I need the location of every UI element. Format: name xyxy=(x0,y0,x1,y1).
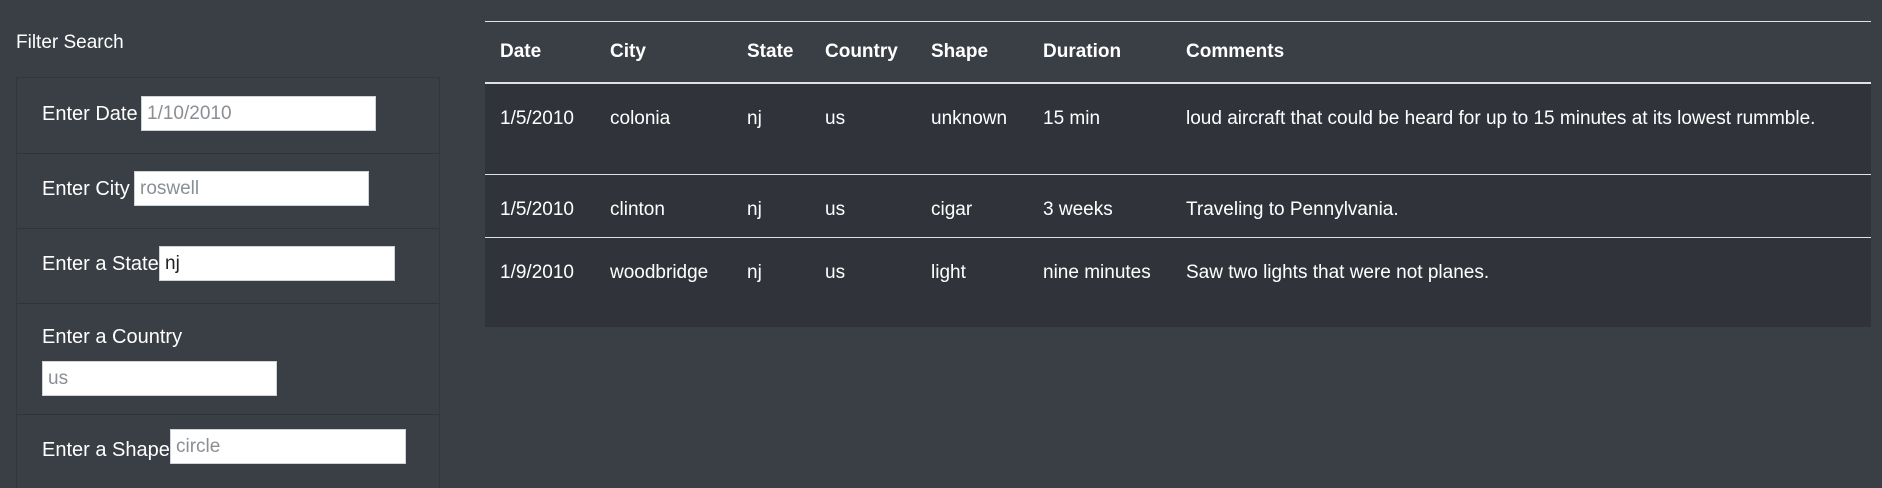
page: Filter Search Enter Date Enter City Ente… xyxy=(0,0,1882,488)
cell-shape: cigar xyxy=(916,174,1028,238)
column-header-state: State xyxy=(732,21,810,84)
column-header-city: City xyxy=(595,21,732,84)
city-label: Enter City xyxy=(42,178,130,200)
cell-city: clinton xyxy=(595,174,732,238)
column-header-date: Date xyxy=(485,21,595,84)
filter-panel: Enter Date Enter City Enter a State Ente… xyxy=(16,77,440,488)
filter-item-country: Enter a Country xyxy=(17,304,439,415)
cell-duration: 3 weeks xyxy=(1028,174,1171,238)
cell-date: 1/9/2010 xyxy=(500,262,574,283)
city-input[interactable] xyxy=(134,171,369,206)
cell-comments: Traveling to Pennylvania. xyxy=(1171,174,1871,238)
column-header-shape: Shape xyxy=(916,21,1028,84)
date-label: Enter Date xyxy=(42,103,138,125)
date-input[interactable] xyxy=(141,96,376,131)
table-header: Date City State Country Shape Duration C… xyxy=(485,21,1871,84)
state-input[interactable] xyxy=(159,246,395,281)
column-header-country: Country xyxy=(810,21,916,84)
column-header-duration: Duration xyxy=(1028,21,1171,84)
table-row: 1/5/2010 clinton nj us cigar 3 weeks Tra… xyxy=(485,174,1871,238)
table-row: 1/5/2010 colonia nj us unknown 15 min lo… xyxy=(485,82,1871,175)
cell-shape: unknown xyxy=(916,82,1028,175)
cell-date: 1/5/2010 xyxy=(485,82,595,175)
filter-title: Filter Search xyxy=(16,32,124,53)
cell-comments: Saw two lights that were not planes. xyxy=(1186,262,1490,283)
cell-country: us xyxy=(810,174,916,238)
cell-comments: loud aircraft that could be heard for up… xyxy=(1171,82,1871,175)
cell-state: nj xyxy=(732,82,810,175)
state-label: Enter a State xyxy=(42,253,159,275)
cell-state: nj xyxy=(747,262,762,283)
country-label: Enter a Country xyxy=(42,326,183,348)
cell-shape: light xyxy=(931,262,966,283)
results-panel: Date City State Country Shape Duration C… xyxy=(485,21,1871,327)
ufo-sightings-table: Date City State Country Shape Duration C… xyxy=(485,21,1871,327)
cell-city: woodbridge xyxy=(610,262,709,283)
table-body: 1/5/2010 colonia nj us unknown 15 min lo… xyxy=(485,82,1871,327)
cell-country: us xyxy=(810,82,916,175)
cell-date: 1/5/2010 xyxy=(485,174,595,238)
shape-input[interactable] xyxy=(170,429,406,464)
country-input[interactable] xyxy=(42,361,277,396)
column-header-comments: Comments xyxy=(1171,21,1871,84)
table-row: 1/9/2010 woodbridge nj us light nine min… xyxy=(485,237,1871,327)
cell-country: us xyxy=(825,262,846,283)
cell-duration: 15 min xyxy=(1028,82,1171,175)
table-header-row: Date City State Country Shape Duration C… xyxy=(485,21,1871,84)
cell-state: nj xyxy=(732,174,810,238)
cell-duration: nine minutes xyxy=(1043,262,1151,283)
cell-city: colonia xyxy=(595,82,732,175)
shape-label: Enter a Shape xyxy=(42,439,170,461)
